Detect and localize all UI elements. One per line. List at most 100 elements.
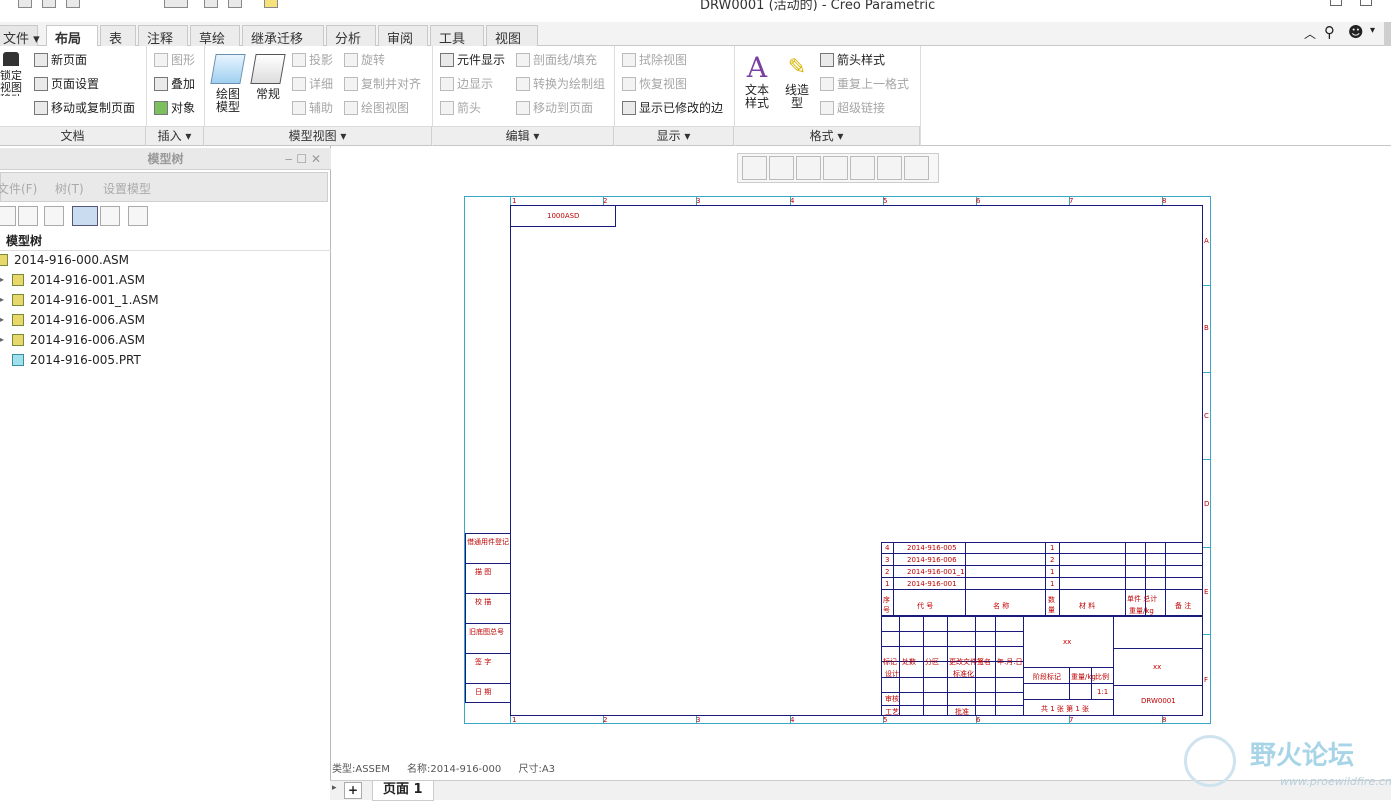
tree-item[interactable]: 2014-916-005.PRT	[0, 350, 141, 370]
title-bar: DRW0001 (活动的) - Creo Parametric	[0, 0, 1391, 22]
chevron-down-icon[interactable]: ▾	[1370, 25, 1375, 36]
window-icon[interactable]	[228, 0, 242, 8]
tab-tools[interactable]: 工具	[430, 25, 484, 47]
tree-item[interactable]: ▸ 2014-916-006.ASM	[0, 330, 145, 350]
convert-group-button[interactable]: 转换为绘制组	[516, 74, 605, 94]
group-insert[interactable]: 插入 ▾	[146, 126, 204, 145]
resume-view-button[interactable]: 恢复视图	[622, 74, 687, 94]
datum-display-icon[interactable]	[904, 156, 929, 180]
zone-label: 8	[1162, 716, 1167, 724]
erase-view-button[interactable]: 拭除视图	[622, 50, 687, 70]
bom-cell: 2014-916-005	[907, 544, 957, 552]
zoom-in-icon[interactable]	[769, 156, 794, 180]
arrow-button[interactable]: 箭头	[440, 98, 481, 118]
tab-legacy-migration[interactable]: 继承迁移	[242, 25, 324, 47]
tab-review[interactable]: 审阅	[378, 25, 428, 47]
tree-item[interactable]: ▸ 2014-916-001_1.ASM	[0, 290, 159, 310]
tab-sketch[interactable]: 草绘	[190, 25, 240, 47]
select-icon[interactable]	[164, 0, 188, 8]
display-style-icon[interactable]	[850, 156, 875, 180]
tab-view[interactable]: 视图	[486, 25, 538, 47]
chevron-up-icon[interactable]: ︿	[1304, 25, 1316, 42]
expand-arrow-icon[interactable]: ▸	[0, 310, 10, 330]
page-setup-button[interactable]: 页面设置	[34, 74, 99, 94]
lock-view-button[interactable]: 锁定视图移动	[0, 52, 24, 96]
tab-annotate[interactable]: 注释	[138, 25, 188, 47]
revolve-button[interactable]: 旋转	[344, 50, 385, 70]
tree-view-icon[interactable]	[72, 206, 98, 226]
auxiliary-button[interactable]: 辅助	[292, 98, 333, 118]
move-to-page-button[interactable]: 移动到页面	[516, 98, 593, 118]
tab-file[interactable]: 文件 ▾	[0, 25, 40, 47]
tree-collapse-icon[interactable]	[128, 206, 148, 226]
edge-display-button[interactable]: 边显示	[440, 74, 493, 94]
tree-columns-icon[interactable]	[18, 206, 38, 226]
general-view-button[interactable]: 常规	[250, 54, 286, 101]
line-style-button[interactable]: ✎ 线造型	[780, 52, 814, 110]
graphics-button[interactable]: 图形	[154, 50, 195, 70]
menu-file[interactable]: 文件(F)	[0, 180, 37, 197]
help-icon[interactable]: ☻	[1348, 23, 1364, 41]
new-icon[interactable]	[18, 0, 32, 8]
tree-item[interactable]: ▸ 2014-916-006.ASM	[0, 310, 145, 330]
add-page-button[interactable]: +	[344, 782, 362, 799]
minimize-icon[interactable]	[1330, 0, 1342, 6]
object-button[interactable]: 对象	[154, 98, 195, 118]
detail-button[interactable]: 详细	[292, 74, 333, 94]
expand-arrow-icon[interactable]: ▸	[0, 270, 10, 290]
xhatch-button[interactable]: 剖面线/填充	[516, 50, 597, 70]
repaint-icon[interactable]	[823, 156, 848, 180]
refit-icon[interactable]	[742, 156, 767, 180]
menu-tree[interactable]: 树(T)	[55, 180, 84, 197]
arrow-style-button[interactable]: 箭头样式	[820, 50, 885, 70]
drawing-model-icon	[210, 54, 246, 84]
drawing-sheet[interactable]: 1 2 3 4 5 6 7 8 1 2 3 4 5 6 7 8 A B C D …	[464, 196, 1211, 724]
projection-button[interactable]: 投影	[292, 50, 333, 70]
title-label: 批准	[955, 708, 969, 716]
group-format[interactable]: 格式 ▾	[734, 126, 920, 145]
copy-align-button[interactable]: 复制并对齐	[344, 74, 421, 94]
overlay-button[interactable]: 叠加	[154, 74, 195, 94]
show-modified-edges-button[interactable]: 显示已修改的边	[622, 98, 723, 118]
panel-controls-icon[interactable]: ‒ ☐ ✕	[285, 148, 321, 170]
regenerate-icon[interactable]	[204, 0, 218, 8]
expand-arrow-icon[interactable]: ▸	[0, 290, 10, 310]
group-display[interactable]: 显示 ▾	[614, 126, 734, 145]
page-tab[interactable]: 页面 1	[372, 781, 434, 801]
page-nav-left-icon[interactable]: ▸	[332, 783, 337, 793]
tree-item-root[interactable]: 2014-916-000.ASM	[0, 250, 129, 270]
text-style-button[interactable]: A 文本样式	[740, 52, 774, 110]
save-icon[interactable]	[66, 0, 80, 8]
zone-label: 3	[696, 197, 701, 205]
page-setup-icon	[34, 77, 48, 91]
tab-table[interactable]: 表	[100, 25, 136, 47]
component-display-button[interactable]: 元件显示	[440, 50, 505, 70]
xhatch-icon	[516, 53, 530, 67]
part-icon	[12, 354, 24, 366]
group-model-views[interactable]: 模型视图 ▾	[204, 126, 432, 145]
open-icon[interactable]	[42, 0, 56, 8]
search-icon[interactable]: ⚲	[1324, 23, 1335, 41]
tree-filter-icon[interactable]	[0, 206, 16, 226]
group-edit[interactable]: 编辑 ▾	[432, 126, 614, 145]
drawing-view-button[interactable]: 绘图视图	[344, 98, 409, 118]
maximize-icon[interactable]	[1360, 0, 1372, 6]
annotation-display-icon[interactable]	[877, 156, 902, 180]
new-page-button[interactable]: 新页面	[34, 50, 87, 70]
repeat-format-button[interactable]: 重复上一格式	[820, 74, 909, 94]
drawing-model-button[interactable]: 绘图模型	[210, 54, 246, 114]
menu-settings[interactable]: 设置模型	[103, 180, 151, 197]
close-window-icon[interactable]	[264, 0, 278, 8]
zoom-out-icon[interactable]	[796, 156, 821, 180]
tree-layers-icon[interactable]	[44, 206, 64, 226]
bom-cell: 4	[885, 544, 890, 552]
expand-arrow-icon[interactable]: ▸	[0, 330, 10, 350]
move-copy-page-button[interactable]: 移动或复制页面	[34, 98, 135, 118]
tree-expand-icon[interactable]	[100, 206, 120, 226]
tab-layout[interactable]: 布局	[46, 25, 98, 47]
hyperlink-button[interactable]: 超级链接	[820, 98, 885, 118]
tab-analysis[interactable]: 分析	[326, 25, 376, 47]
zone-label: E	[1204, 588, 1209, 596]
tree-item[interactable]: ▸ 2014-916-001.ASM	[0, 270, 145, 290]
scrollbar[interactable]	[1384, 22, 1391, 46]
